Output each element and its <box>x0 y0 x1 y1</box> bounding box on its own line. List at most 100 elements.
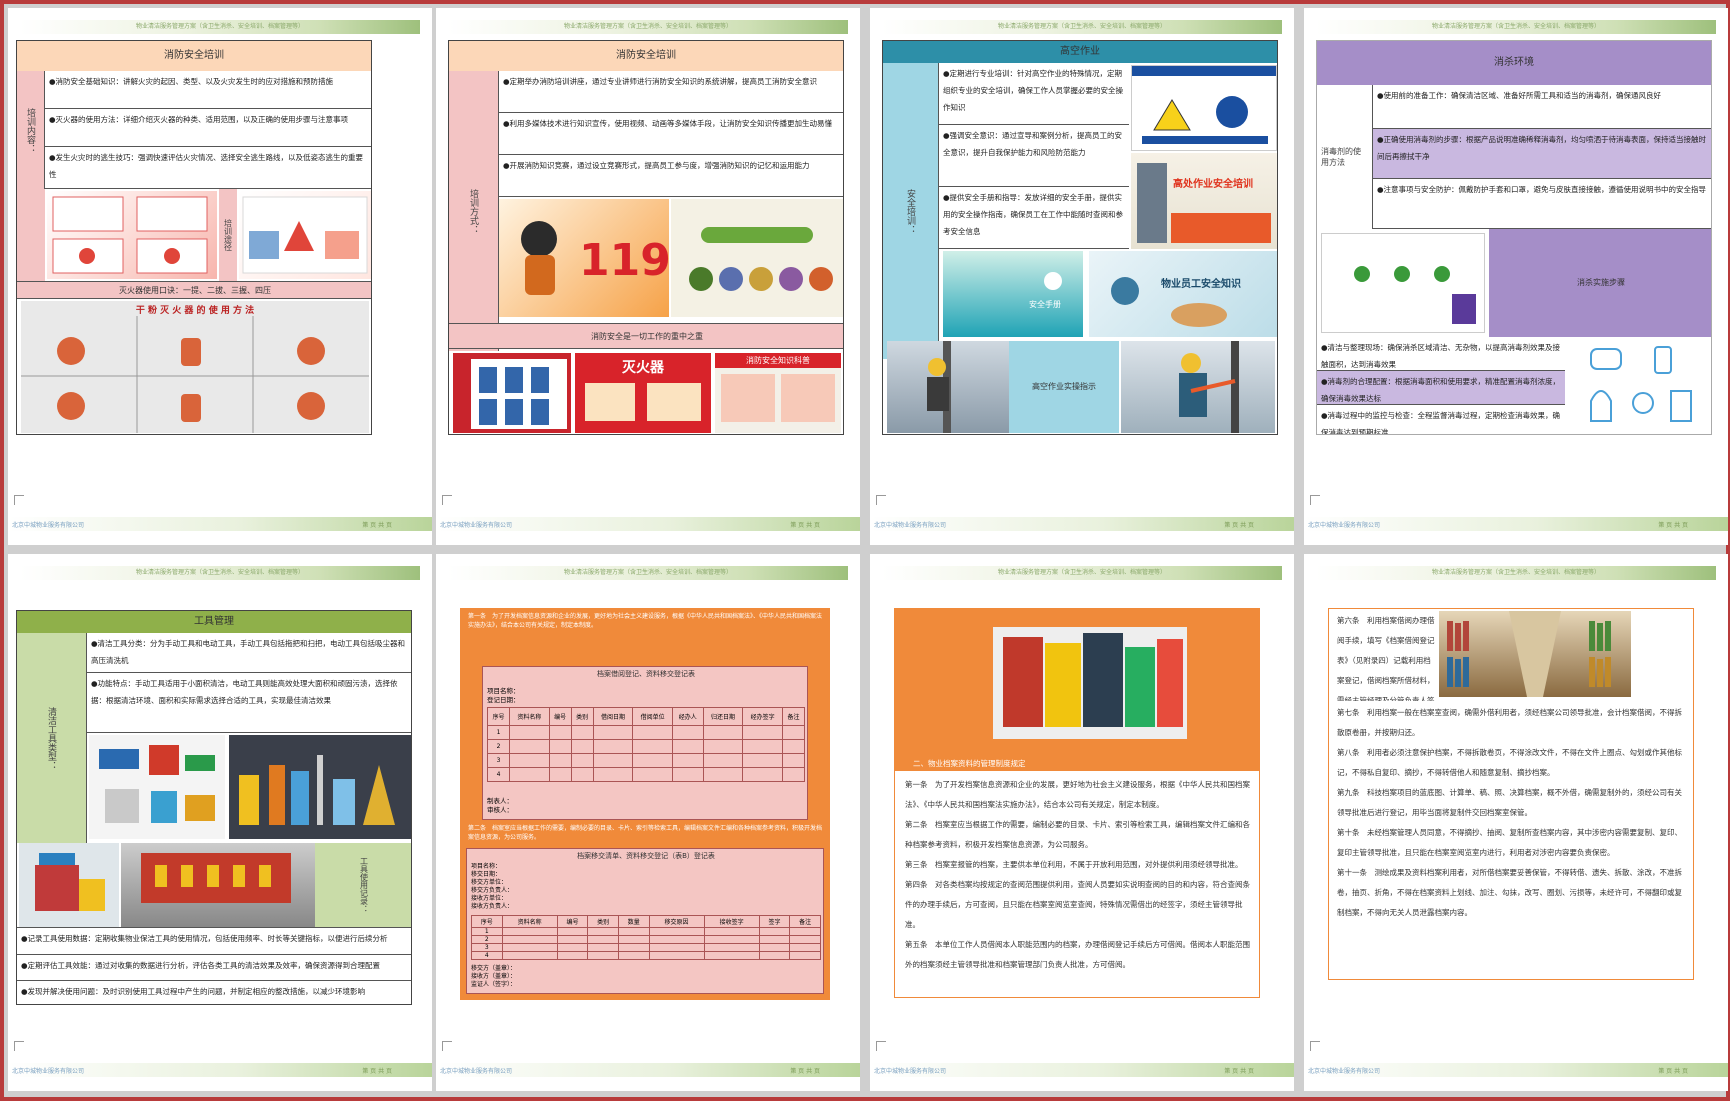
tool-room-image <box>121 843 315 927</box>
footer-company: 北京中城物业服务有限公司 <box>874 1068 947 1075</box>
table-cell <box>671 739 704 754</box>
table-cell <box>548 739 572 754</box>
table-cell <box>556 935 589 944</box>
bullet-row: ●记录工具使用数据：定期收集物业保洁工具的使用情况，包括使用频率、时长等关键指标… <box>17 927 411 955</box>
table-header-row: 序号 资料名称 编号 类别 数量 移交原因 接收签字 签字 备注 <box>471 915 821 928</box>
bullet-row: ●发生火灾时的逃生技巧：强调快速评估火灾情况、选择安全逃生路线，以及低姿态逃生的… <box>45 147 371 189</box>
table-cell <box>587 935 619 944</box>
poster-knowledge-title: 消防安全知识科普 <box>715 353 841 368</box>
table-header-cell: 签字 <box>758 915 791 928</box>
rule-paragraph: 第三条 档案室报管的档案，主要供本单位利用，不属于开放利用范围，对外提供利用须经… <box>905 860 1243 869</box>
form2-field: 移交方单位： <box>471 879 508 886</box>
table-cell <box>501 951 558 960</box>
table-cell <box>703 943 760 952</box>
form1-footer: 制表人： 审核人： <box>487 797 513 815</box>
table-cell: 4 <box>471 951 503 960</box>
table-cell <box>592 725 634 740</box>
page-corner-mark <box>1310 495 1320 505</box>
side-label: 清洁工具类型： <box>17 633 87 843</box>
table-cell: 3 <box>471 943 503 952</box>
rule-paragraph: 第七条 利用档案一般在档案室查阅，确需外借利用者，须经档案公司领导批准，会计档案… <box>1337 708 1682 737</box>
article-6-start: 第六条 利用档案借阅办理借阅手续，填写《档案借阅登记表》（见附录四）记载利用档案… <box>1337 616 1435 701</box>
table-cell <box>509 753 550 768</box>
rules-heading: 二、物业档案资料的管理制度规定 <box>895 757 1259 771</box>
table-row: 1 <box>486 725 806 740</box>
electric-tools-image <box>89 735 225 839</box>
table-cell <box>592 753 634 768</box>
footer-company: 北京中城物业服务有限公司 <box>1308 522 1381 529</box>
table-cell <box>617 935 650 944</box>
cleaning-supplies-image <box>229 735 411 839</box>
safety-sign-image <box>1131 65 1277 151</box>
firefighter-119-image: 119 <box>499 199 669 317</box>
section-title: 工具管理 <box>17 611 411 633</box>
bullet-row: ●定期进行专业培训：针对高空作业的特殊情况，定期组织专业的安全培训，确保工作人员… <box>939 63 1129 125</box>
form2-field: 项目名称： <box>471 863 502 870</box>
section-title: 消防安全培训 <box>17 41 371 71</box>
knowledge-title: 物业员工安全知识 <box>1161 279 1241 290</box>
table-cell <box>781 753 806 768</box>
bullet-row: ●注意事项与安全防护：佩戴防护手套和口罩，避免与皮肤直接接触，遵循使用说明书中的… <box>1373 179 1711 229</box>
table-cell <box>781 739 806 754</box>
section-title: 消防安全培训 <box>449 41 843 71</box>
training-slides-image <box>47 191 217 279</box>
page-header: 物业清洁服务管理方案（含卫生消杀、安全培训、档案管理等） <box>20 20 420 34</box>
table-cell <box>648 943 705 952</box>
page-footer: 北京中城物业服务有限公司 第 页 共 页 <box>870 517 1294 531</box>
table-header-cell: 移交原因 <box>648 915 705 928</box>
content-box: 工具管理 清洁工具类型： ●清洁工具分类：分为手动工具和电动工具，手动工具包括拖… <box>16 610 412 1005</box>
table-cell <box>703 927 760 936</box>
table-cell: 3 <box>486 753 511 768</box>
content-box: 消防安全培训 培训方式： ●定期举办消防培训讲座，通过专业讲师进行消防安全知识的… <box>448 40 844 435</box>
table-cell <box>703 935 760 944</box>
table-cell <box>617 927 650 936</box>
table-cell <box>617 951 650 960</box>
form2-fields: 项目名称： 移交日期： 移交方单位： 移交方负责人： 接收方单位： 接收方负责人… <box>471 863 513 911</box>
table-cell <box>702 753 744 768</box>
worker-on-pole-image <box>887 341 1009 433</box>
page-corner-mark <box>876 1041 886 1051</box>
page-header: 物业清洁服务管理方案（含卫生消杀、安全培训、档案管理等） <box>20 566 420 580</box>
table-row: 3 <box>486 753 806 768</box>
safety-manual-image: 安全手册 <box>943 251 1083 337</box>
record-label: 工具使用记录： <box>315 843 411 927</box>
cleaning-cart-image <box>19 843 119 927</box>
table-cell <box>501 927 558 936</box>
table-cell <box>570 725 594 740</box>
page-footer: 北京中城物业服务有限公司 第 页 共 页 <box>870 1063 1294 1077</box>
emergency-number: 119 <box>579 235 669 286</box>
table-cell <box>758 927 791 936</box>
table-cell <box>742 767 783 782</box>
table-cell <box>648 935 705 944</box>
section-title: 高空作业 <box>883 41 1277 63</box>
bullet-row: ●强调安全意识：通过宣导和案例分析，提高员工的安全意识，提升自我保护能力和风险防… <box>939 125 1129 187</box>
worker-climbing-image <box>1121 341 1275 433</box>
page-1: 物业清洁服务管理方案（含卫生消杀、安全培训、档案管理等） 消防安全培训 培训内容… <box>8 8 432 545</box>
table-header-cell: 备注 <box>789 915 821 928</box>
footer-page-number: 第 页 共 页 <box>1224 1068 1254 1075</box>
poster-title: 干 粉 灭 火 器 的 使 用 方 法 <box>135 306 255 316</box>
rule-paragraph: 第八条 利用者必须注意保护档案，不得拆散卷页，不得涂改文件，不得在文件上圈点、勾… <box>1337 748 1682 777</box>
table-header-cell: 序号 <box>486 707 511 726</box>
footer-page-number: 第 页 共 页 <box>790 1068 820 1075</box>
table-cell <box>758 951 791 960</box>
table-cell <box>742 725 783 740</box>
page-3: 物业清洁服务管理方案（含卫生消杀、安全培训、档案管理等） 高空作业 安全培训： … <box>870 8 1294 545</box>
table-header-cell: 数量 <box>617 915 650 928</box>
table-cell: 2 <box>471 935 503 944</box>
footer-company: 北京中城物业服务有限公司 <box>874 522 947 529</box>
archive-forms-panel: 第一条 为了开发档案信息资源和企业的发展，更好地为社会主义建设服务，根据《中华人… <box>460 608 830 1000</box>
form1-footer-field: 审核人： <box>487 806 513 814</box>
page-header: 物业清洁服务管理方案（含卫生消杀、安全培训、档案管理等） <box>448 566 848 580</box>
page-7: 物业清洁服务管理方案（含卫生消杀、安全培训、档案管理等） 二、物业档案资料的管理… <box>870 554 1294 1091</box>
archive-rules-panel-2: 第六条 利用档案借阅办理借阅手续，填写《档案借阅登记表》（见附录四）记载利用档案… <box>1328 608 1694 980</box>
page-corner-mark <box>442 1041 452 1051</box>
side-label: 培训内容： <box>17 71 45 189</box>
table-cell <box>789 935 821 944</box>
footer-page-number: 第 页 共 页 <box>1658 1068 1688 1075</box>
form2-footer-field: 移交方（盖章）： <box>471 965 517 972</box>
table-row: 4 <box>486 767 806 782</box>
table-header-cell: 资料名称 <box>501 915 558 928</box>
page-footer: 北京中城物业服务有限公司 第 页 共 页 <box>436 1063 860 1077</box>
rules-text: 第一条 为了开发档案信息资源和企业的发展，更好地为社会主义建设服务，根据《中华人… <box>905 775 1251 995</box>
